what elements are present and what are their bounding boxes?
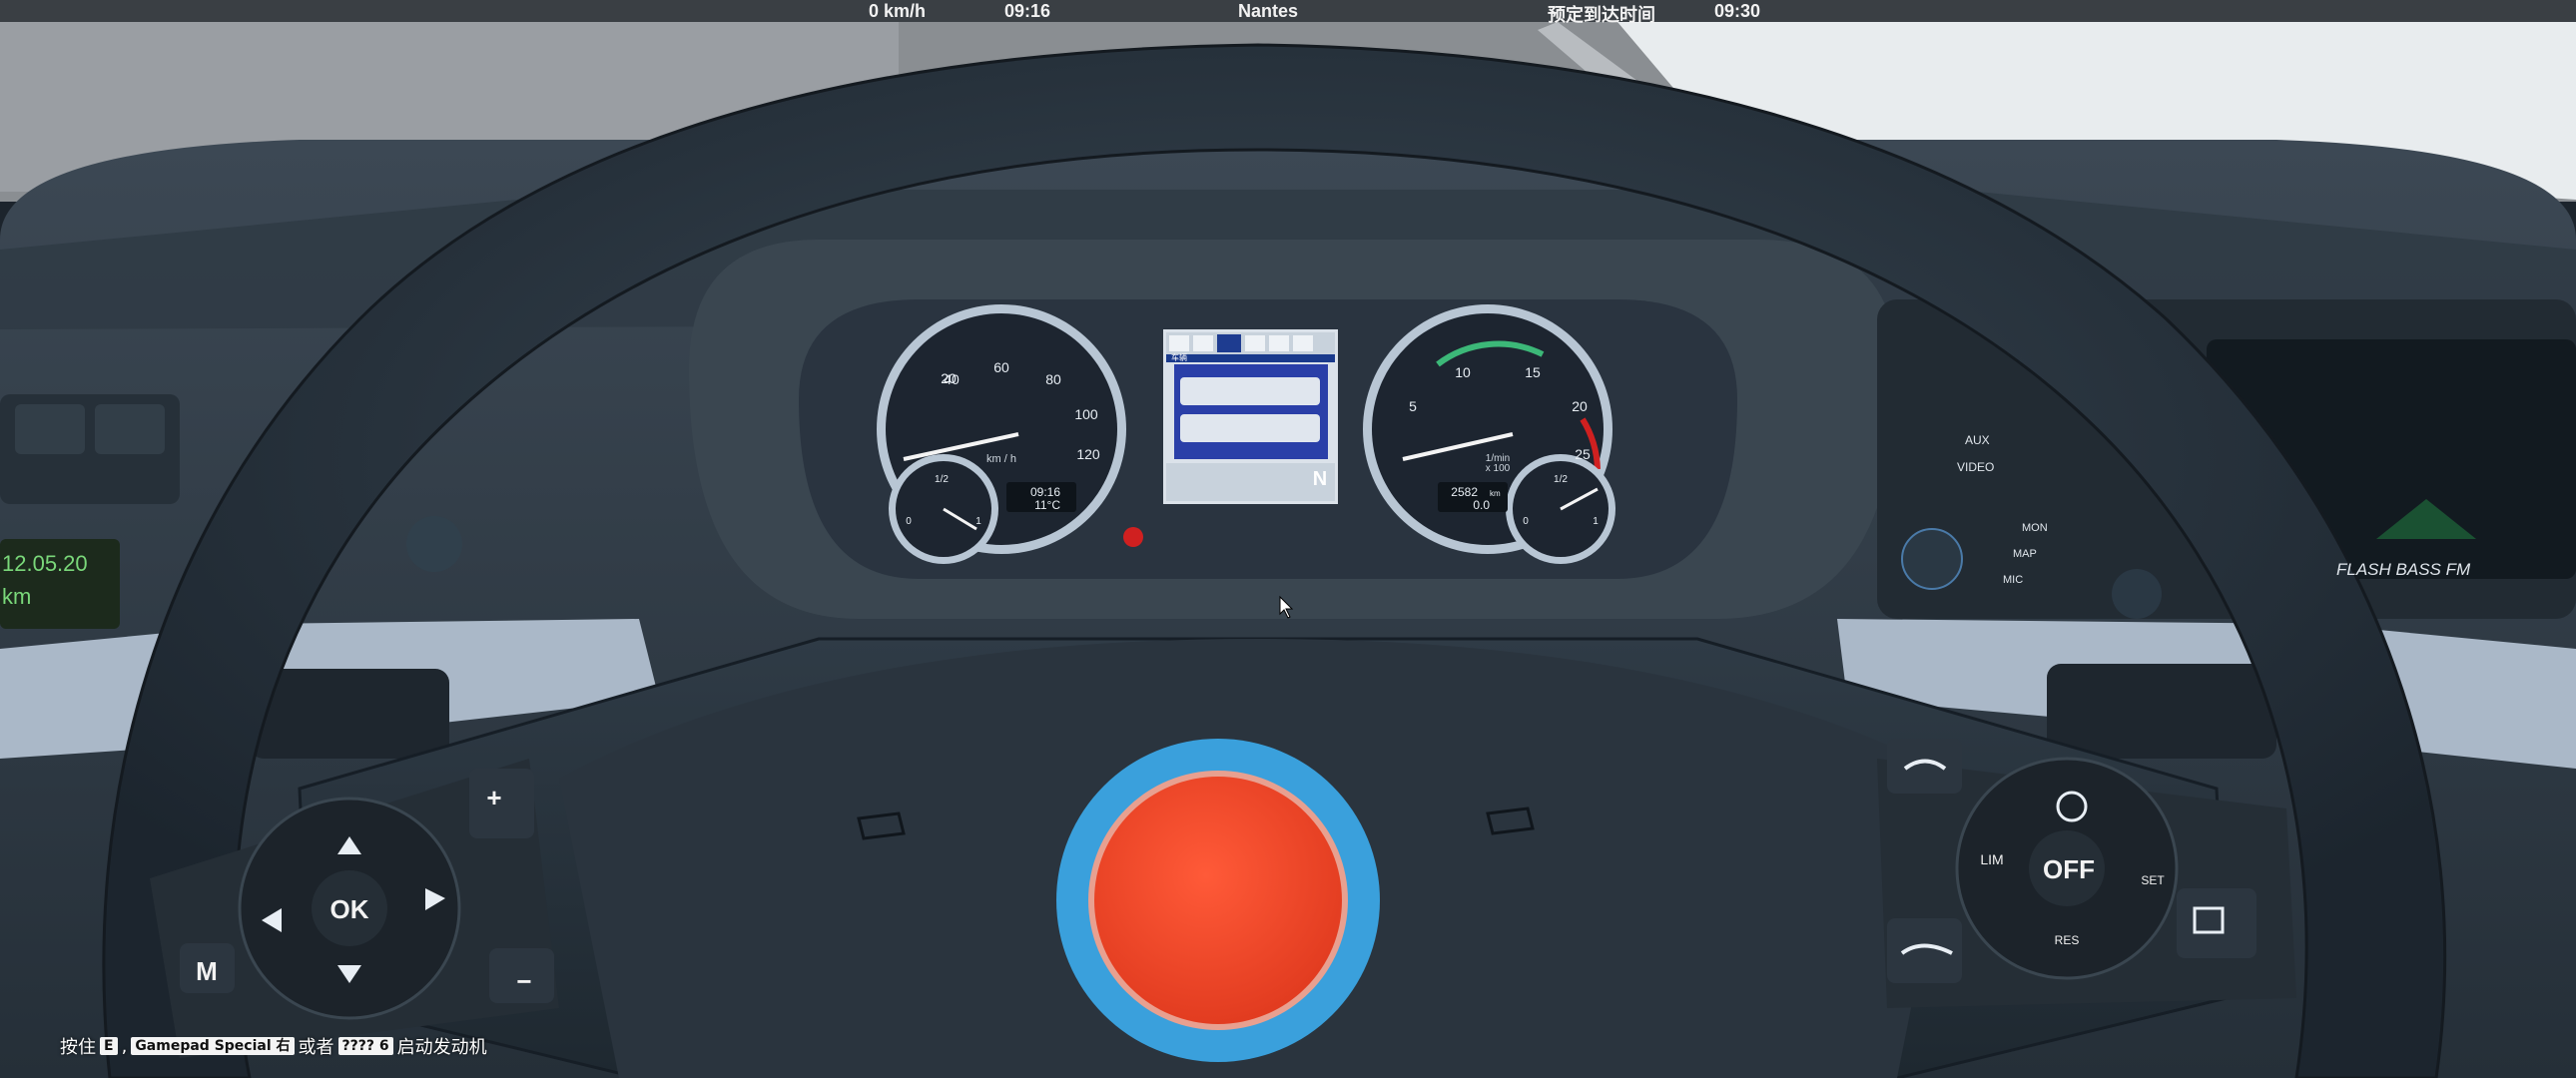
video-label[interactable]: VIDEO	[1957, 460, 1994, 474]
bus-side-view-icon	[1180, 414, 1320, 442]
fuel-tick-half: 1/2	[935, 474, 949, 485]
hint-prompt: 按住 E , Gamepad Special 右 或者 ???? 6 启动发动机	[60, 1033, 487, 1059]
screen-tab-door-icon	[1269, 335, 1289, 351]
switch-2[interactable]	[95, 404, 165, 454]
off-label: OFF	[2043, 854, 2095, 884]
screen-tab-truck-icon	[1245, 335, 1265, 351]
bus-top-view-icon	[1180, 377, 1320, 405]
coolant-tick-half: 1/2	[1554, 474, 1568, 485]
left-display-line1: 12.05.20	[2, 551, 88, 576]
key-other-badge: ???? 6	[337, 1037, 393, 1055]
prompt-sep: ,	[121, 1035, 128, 1057]
radio-station-label: FLASH BASS FM	[2336, 560, 2471, 579]
rpm-unit-bottom: x 100	[1486, 463, 1511, 474]
odometer-unit: km	[1490, 489, 1501, 498]
speed-tick-100: 100	[1074, 406, 1098, 422]
mon-label[interactable]: MON	[2022, 522, 2048, 534]
temp-display: 11°C	[1034, 498, 1060, 512]
hud-current-time: 09:16	[1004, 1, 1051, 21]
odometer-display: 2582	[1451, 485, 1478, 499]
media-knob-2[interactable]	[2112, 569, 2162, 619]
lim-label[interactable]: LIM	[1980, 851, 2003, 867]
speed-tick-120: 120	[1076, 446, 1100, 462]
ok-label: OK	[330, 894, 369, 924]
central-info-screen: 车辆 N	[1163, 329, 1338, 504]
prompt-action: 启动发动机	[396, 1037, 487, 1058]
key-gamepad-badge: Gamepad Special 右	[131, 1037, 295, 1055]
screen-tab-bus-icon	[1217, 334, 1241, 352]
speed-unit: km / h	[986, 453, 1016, 465]
left-rotary-knob[interactable]	[406, 516, 462, 572]
hud-speed: 0 km/h	[869, 1, 927, 21]
prompt-prefix: 按住	[60, 1037, 96, 1058]
coolant-tick-0: 0	[1523, 516, 1529, 527]
aux-label[interactable]: AUX	[1965, 433, 1990, 447]
res-label[interactable]: RES	[2055, 933, 2080, 947]
prompt-or: 或者	[298, 1037, 334, 1058]
rpm-tick-20: 20	[1572, 398, 1588, 414]
bus-cockpit-scene: km / h 20 40 60 80 100 120 1/2 0 1 09:16…	[0, 0, 2576, 1078]
screen-tab-road-icon	[1193, 335, 1213, 351]
mic-label[interactable]: MIC	[2003, 574, 2023, 586]
top-hud-bar: 0 km/h 09:16 Nantes 预定到达时间 09:30	[0, 0, 2576, 26]
screen-tab-settings-icon	[1293, 335, 1313, 351]
fuel-tick-0: 0	[906, 516, 912, 527]
speed-tick-60: 60	[993, 359, 1009, 375]
speed-tick-40: 40	[944, 371, 960, 387]
menu-window-button[interactable]	[2177, 888, 2256, 958]
hud-destination: Nantes	[1238, 1, 1299, 21]
coolant-tick-1: 1	[1593, 516, 1599, 527]
fuel-tick-1: 1	[975, 516, 981, 527]
parking-brake-warning-icon	[1123, 527, 1143, 547]
right-air-vent	[2047, 664, 2276, 759]
left-display-line2: km	[2, 584, 31, 609]
rpm-tick-25: 25	[1575, 446, 1591, 462]
hud-eta-label: 预定到达时间	[1548, 5, 1655, 26]
rpm-tick-10: 10	[1455, 364, 1471, 380]
rpm-tick-5: 5	[1409, 398, 1417, 414]
rpm-tick-15: 15	[1525, 364, 1541, 380]
gear-indicator: N	[1313, 468, 1327, 490]
left-air-vent	[250, 669, 449, 759]
minus-label: −	[516, 966, 531, 996]
engine-start-button[interactable]	[1056, 739, 1380, 1062]
screen-tab-gauge-icon	[1169, 335, 1189, 351]
speed-tick-80: 80	[1045, 371, 1061, 387]
set-label[interactable]: SET	[2141, 873, 2165, 887]
m-label: M	[196, 956, 218, 986]
hud-eta-time: 09:30	[1714, 1, 1761, 21]
media-knob[interactable]	[1901, 528, 1963, 590]
traction-switch[interactable]	[15, 404, 85, 454]
map-label[interactable]: MAP	[2013, 548, 2037, 560]
trip-display: 0.0	[1473, 498, 1490, 512]
clock-display: 09:16	[1030, 485, 1060, 499]
screen-header: 车辆	[1171, 352, 1187, 362]
plus-label: +	[486, 783, 501, 812]
phone-answer-button[interactable]	[1887, 739, 1962, 794]
key-e-badge: E	[100, 1037, 118, 1055]
